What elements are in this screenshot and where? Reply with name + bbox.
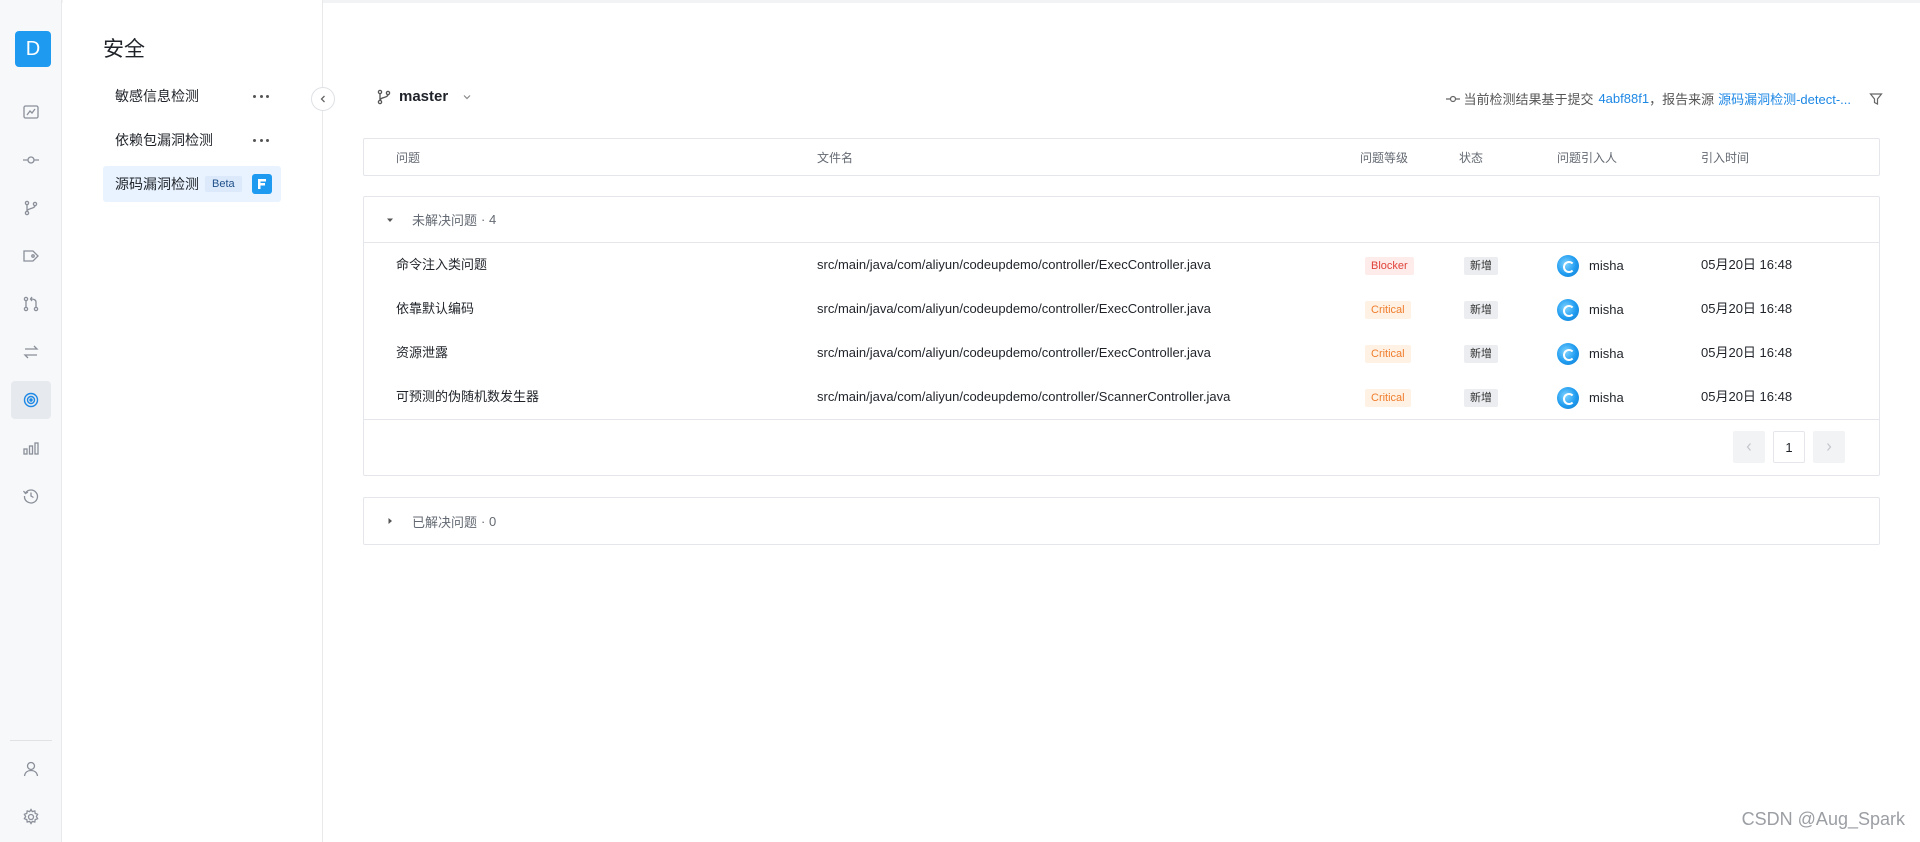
column-issue: 问题 <box>396 151 421 165</box>
commit-icon <box>1446 95 1461 102</box>
intro-time: 05月20日 16:48 <box>1701 345 1793 360</box>
settings-icon[interactable] <box>11 798 51 836</box>
collapse-sidebar-button[interactable] <box>311 87 335 111</box>
level-badge: Critical <box>1365 345 1411 363</box>
icon-rail: D <box>0 0 62 842</box>
status-badge: 新增 <box>1464 389 1498 407</box>
branch-icon[interactable] <box>11 189 51 227</box>
home-icon[interactable] <box>11 93 51 131</box>
group-label: 未解决问题 <box>412 213 478 228</box>
file-path[interactable]: src/main/java/com/aliyun/codeupdemo/cont… <box>817 243 1211 287</box>
member-icon[interactable] <box>11 750 51 788</box>
issue-name[interactable]: 依靠默认编码 <box>396 287 474 331</box>
intro-time: 05月20日 16:48 <box>1701 257 1793 272</box>
page-number-button[interactable]: 1 <box>1773 431 1805 463</box>
source-prefix: ，报告来源 <box>1649 92 1715 107</box>
author-name: misha <box>1589 345 1624 361</box>
scanner-brand-icon <box>251 174 272 194</box>
file-path[interactable]: src/main/java/com/aliyun/codeupdemo/cont… <box>817 331 1211 375</box>
table-header: 问题 文件名 问题等级 状态 问题引入人 引入时间 <box>363 138 1880 176</box>
issue-name[interactable]: 命令注入类问题 <box>396 243 487 287</box>
group-count: · 4 <box>481 212 497 227</box>
next-page-button[interactable] <box>1813 431 1845 463</box>
workspace-avatar[interactable]: D <box>15 31 51 67</box>
author-name: misha <box>1589 389 1624 405</box>
group-count: · 0 <box>481 513 497 529</box>
pagination: 1 <box>364 419 1879 475</box>
branch-name: master <box>399 88 449 105</box>
commit-hash-link[interactable]: 4abf88f1 <box>1598 91 1649 106</box>
level-badge: Critical <box>1365 301 1411 319</box>
beta-badge: Beta <box>205 176 242 192</box>
branch-selector[interactable]: master <box>377 88 472 105</box>
column-level: 问题等级 <box>1360 151 1409 165</box>
column-author: 问题引入人 <box>1557 151 1618 165</box>
nav-item-label: 敏感信息检测 <box>115 88 199 104</box>
status-badge: 新增 <box>1464 301 1498 319</box>
author-name: misha <box>1589 301 1624 317</box>
compare-icon[interactable] <box>11 333 51 371</box>
unresolved-group-header[interactable]: 未解决问题 · 4 <box>364 197 1879 243</box>
chevron-left-icon <box>1746 443 1751 451</box>
prev-page-button[interactable] <box>1733 431 1765 463</box>
watermark: CSDN @Aug_Spark <box>1741 809 1905 829</box>
status-badge: 新增 <box>1464 345 1498 363</box>
commit-icon[interactable] <box>11 141 51 179</box>
unresolved-group: 未解决问题 · 4 命令注入类问题 src/main/java/com/aliy… <box>363 196 1880 476</box>
more-icon[interactable] <box>253 88 269 104</box>
status-badge: 新增 <box>1464 257 1498 275</box>
table-row[interactable]: 资源泄露 src/main/java/com/aliyun/codeupdemo… <box>364 331 1879 375</box>
table-row[interactable]: 可预测的伪随机数发生器 src/main/java/com/aliyun/cod… <box>364 375 1879 419</box>
file-path[interactable]: src/main/java/com/aliyun/codeupdemo/cont… <box>817 375 1230 419</box>
column-file: 文件名 <box>817 151 854 165</box>
stats-icon[interactable] <box>11 429 51 467</box>
chevron-right-icon <box>1827 443 1832 451</box>
level-badge: Critical <box>1365 389 1411 407</box>
merge-request-icon[interactable] <box>11 285 51 323</box>
column-status: 状态 <box>1459 151 1484 165</box>
level-badge: Blocker <box>1365 257 1414 275</box>
intro-time: 05月20日 16:48 <box>1701 389 1793 404</box>
history-icon[interactable] <box>11 477 51 515</box>
more-icon[interactable] <box>253 132 269 148</box>
caret-down-icon <box>387 218 393 222</box>
nav-item-label: 依赖包漏洞检测 <box>115 132 213 148</box>
avatar <box>1557 342 1579 365</box>
chevron-left-icon <box>320 95 325 103</box>
avatar <box>1557 386 1579 409</box>
intro-time: 05月20日 16:48 <box>1701 301 1793 316</box>
nav-item-sensitive-info[interactable]: 敏感信息检测 <box>103 78 281 114</box>
issue-name[interactable]: 可预测的伪随机数发生器 <box>396 375 539 419</box>
group-label: 已解决问题 <box>412 514 478 530</box>
chevron-down-icon <box>463 94 471 99</box>
author-name: misha <box>1589 257 1624 273</box>
file-path[interactable]: src/main/java/com/aliyun/codeupdemo/cont… <box>817 287 1211 331</box>
report-source-link[interactable]: 源码漏洞检测-detect-... <box>1718 89 1851 108</box>
nav-item-label: 源码漏洞检测 <box>115 176 199 192</box>
branch-icon <box>377 89 391 104</box>
resolved-group: 已解决问题 · 0 <box>363 497 1880 545</box>
commit-prefix: 当前检测结果基于提交 <box>1463 92 1594 107</box>
security-subnav: 安全 敏感信息检测 依赖包漏洞检测 源码漏洞检测 Beta <box>63 0 323 842</box>
main-content: master 当前检测结果基于提交 4abf88f1 ，报告来源 源码漏洞检测-… <box>363 0 1883 842</box>
filter-icon[interactable] <box>1869 92 1883 106</box>
avatar <box>1557 254 1579 277</box>
table-row[interactable]: 命令注入类问题 src/main/java/com/aliyun/codeupd… <box>364 243 1879 287</box>
security-icon[interactable] <box>11 381 51 419</box>
issue-name[interactable]: 资源泄露 <box>396 331 448 375</box>
caret-right-icon <box>388 518 392 524</box>
nav-item-dependency-vuln[interactable]: 依赖包漏洞检测 <box>103 122 281 158</box>
nav-item-source-vuln[interactable]: 源码漏洞检测 Beta <box>103 166 281 202</box>
avatar <box>1557 298 1579 321</box>
rail-divider <box>10 740 52 741</box>
table-row[interactable]: 依靠默认编码 src/main/java/com/aliyun/codeupde… <box>364 287 1879 331</box>
commit-info: 当前检测结果基于提交 4abf88f1 ，报告来源 源码漏洞检测-detect-… <box>1446 89 1883 108</box>
resolved-group-header[interactable]: 已解决问题 · 0 <box>364 498 1879 544</box>
page-title: 安全 <box>103 38 145 61</box>
tag-icon[interactable] <box>11 237 51 275</box>
column-time: 引入时间 <box>1701 151 1750 165</box>
